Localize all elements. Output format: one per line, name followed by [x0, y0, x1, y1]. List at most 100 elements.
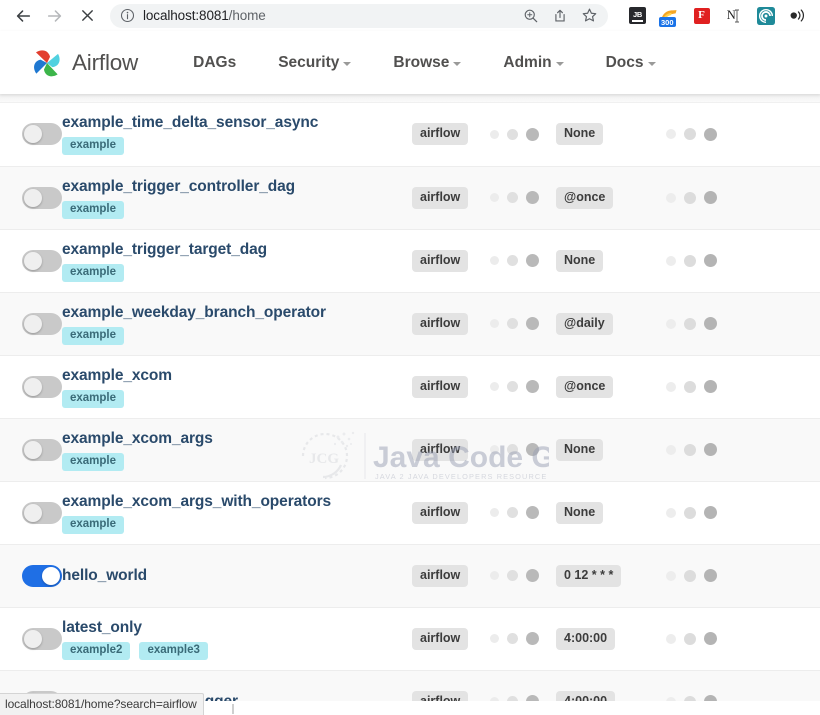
- run-dot-running[interactable]: [507, 255, 518, 266]
- run-dot-failed[interactable]: [526, 632, 539, 645]
- dag-tag[interactable]: example: [62, 263, 125, 282]
- run-dot-success[interactable]: [490, 382, 499, 391]
- task-dot-failed[interactable]: [704, 569, 717, 582]
- dag-pause-toggle[interactable]: [22, 438, 62, 461]
- task-dot-failed[interactable]: [704, 127, 717, 141]
- task-dot-running[interactable]: [684, 191, 696, 204]
- task-dot-failed[interactable]: [704, 317, 717, 330]
- dag-pause-toggle[interactable]: [22, 312, 62, 335]
- dag-pause-toggle[interactable]: [22, 375, 62, 398]
- dag-owner-badge[interactable]: airflow: [412, 375, 469, 398]
- task-dot-success[interactable]: [666, 318, 676, 329]
- task-dot-running[interactable]: [684, 443, 696, 456]
- dag-schedule-badge[interactable]: @once: [556, 375, 614, 398]
- task-dot-failed[interactable]: [704, 254, 717, 267]
- run-dot-failed[interactable]: [526, 380, 539, 393]
- nav-item-admin[interactable]: Admin: [482, 48, 584, 78]
- run-dot-running[interactable]: [507, 570, 518, 581]
- dag-schedule-badge[interactable]: None: [556, 438, 604, 461]
- task-dot-failed[interactable]: [704, 443, 717, 456]
- back-button[interactable]: [8, 3, 38, 29]
- run-dot-success[interactable]: [490, 445, 499, 454]
- dag-name-link[interactable]: example_trigger_target_dag: [62, 240, 412, 259]
- run-dot-running[interactable]: [507, 507, 518, 518]
- airflow-brand-link[interactable]: Airflow: [28, 44, 138, 82]
- run-dot-running[interactable]: [507, 633, 518, 644]
- dag-schedule-badge[interactable]: None: [556, 501, 604, 524]
- dag-name-link[interactable]: hello_world: [62, 566, 412, 585]
- horizontal-scrollbar-thumb[interactable]: [232, 704, 234, 714]
- address-bar[interactable]: localhost:8081/home: [110, 3, 608, 28]
- dag-tag[interactable]: example: [62, 452, 125, 471]
- info-circle-icon[interactable]: [120, 8, 135, 23]
- run-dot-failed[interactable]: [526, 191, 539, 204]
- dag-name-link[interactable]: example_time_delta_sensor_async: [62, 113, 412, 132]
- run-dot-running[interactable]: [507, 128, 518, 140]
- task-dot-failed[interactable]: [704, 632, 717, 645]
- run-dot-running[interactable]: [507, 192, 518, 203]
- dag-owner-badge[interactable]: airflow: [412, 501, 469, 524]
- notion-extension-icon[interactable]: N: [724, 6, 743, 25]
- share-icon[interactable]: [552, 8, 568, 24]
- task-dot-failed[interactable]: [704, 191, 717, 204]
- run-dot-failed[interactable]: [526, 443, 539, 456]
- dag-pause-toggle[interactable]: [22, 501, 62, 524]
- stop-button[interactable]: [72, 3, 102, 29]
- dag-tag[interactable]: example: [62, 389, 125, 408]
- task-dot-failed[interactable]: [704, 380, 717, 393]
- task-dot-running[interactable]: [684, 506, 696, 519]
- cast-extension-icon[interactable]: [788, 6, 807, 25]
- forward-button[interactable]: [40, 3, 70, 29]
- task-dot-success[interactable]: [666, 570, 676, 581]
- dag-schedule-badge[interactable]: None: [556, 123, 604, 146]
- run-dot-success[interactable]: [490, 256, 499, 265]
- pocket-casts-extension-icon[interactable]: [756, 6, 775, 25]
- dag-name-link[interactable]: example_xcom: [62, 366, 412, 385]
- task-dot-running[interactable]: [684, 128, 696, 141]
- run-dot-success[interactable]: [490, 571, 499, 580]
- run-dot-failed[interactable]: [526, 127, 539, 141]
- nav-item-security[interactable]: Security: [257, 48, 372, 78]
- dag-tag[interactable]: example: [62, 515, 125, 534]
- star-icon[interactable]: [581, 7, 598, 24]
- dag-tag[interactable]: example: [62, 326, 125, 345]
- dag-schedule-badge[interactable]: @daily: [556, 312, 613, 335]
- run-dot-failed[interactable]: [526, 254, 539, 267]
- dag-pause-toggle[interactable]: [22, 249, 62, 272]
- task-dot-success[interactable]: [666, 381, 676, 392]
- dag-owner-badge[interactable]: airflow: [412, 564, 469, 587]
- run-dot-failed[interactable]: [526, 506, 539, 519]
- task-dot-success[interactable]: [666, 444, 676, 455]
- run-dot-running[interactable]: [507, 318, 518, 329]
- run-dot-running[interactable]: [507, 381, 518, 392]
- run-dot-success[interactable]: [490, 129, 499, 139]
- task-dot-success[interactable]: [666, 633, 676, 644]
- dag-schedule-badge[interactable]: @once: [556, 186, 614, 209]
- dag-owner-badge[interactable]: airflow: [412, 186, 469, 209]
- dag-name-link[interactable]: example_trigger_controller_dag: [62, 177, 412, 196]
- nav-item-dags[interactable]: DAGs: [172, 48, 257, 78]
- dag-schedule-badge[interactable]: 4:00:00: [556, 627, 616, 650]
- dag-owner-badge[interactable]: airflow: [412, 123, 469, 146]
- dag-owner-badge[interactable]: airflow: [412, 627, 469, 650]
- dag-tag[interactable]: example: [62, 200, 125, 219]
- run-dot-running[interactable]: [507, 444, 518, 455]
- run-dot-failed[interactable]: [526, 569, 539, 582]
- dag-name-link[interactable]: latest_only: [62, 618, 412, 637]
- search-zoom-icon[interactable]: [523, 8, 539, 24]
- dag-owner-badge[interactable]: airflow: [412, 249, 469, 272]
- run-dot-success[interactable]: [490, 508, 499, 517]
- feedly-extension-icon[interactable]: 300: [659, 6, 679, 27]
- task-dot-running[interactable]: [684, 380, 696, 393]
- run-dot-failed[interactable]: [526, 317, 539, 330]
- task-dot-success[interactable]: [666, 507, 676, 518]
- task-dot-success[interactable]: [666, 192, 676, 203]
- run-dot-success[interactable]: [490, 634, 499, 643]
- nav-item-browse[interactable]: Browse: [372, 48, 482, 78]
- dag-name-link[interactable]: example_xcom_args: [62, 429, 412, 448]
- task-dot-running[interactable]: [684, 317, 696, 330]
- task-dot-success[interactable]: [666, 129, 676, 140]
- task-dot-running[interactable]: [684, 254, 696, 267]
- dag-tag[interactable]: example3: [139, 641, 208, 660]
- dag-tag[interactable]: example: [62, 137, 125, 156]
